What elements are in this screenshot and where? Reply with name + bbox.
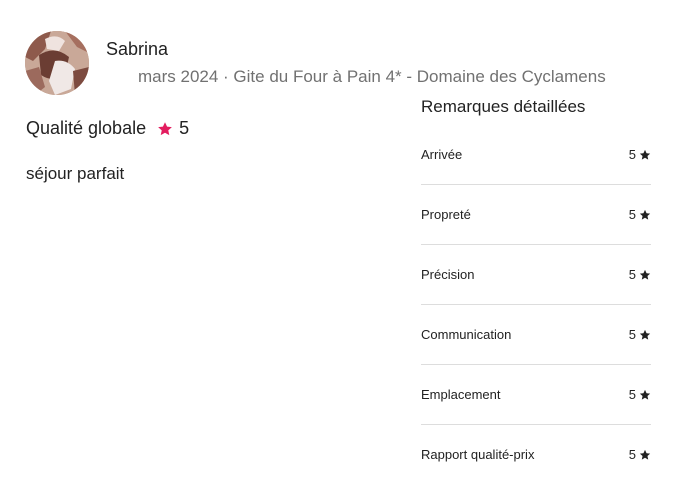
rating-row-value: 5: [628, 387, 636, 402]
rating-row-score: 5: [629, 327, 651, 342]
user-photo-icon: [25, 31, 89, 95]
detailed-ratings-list: Arrivée 5 Propreté 5 Précision 5 Communi…: [421, 125, 651, 484]
rating-row-value: 5: [628, 327, 636, 342]
rating-row-proprete: Propreté 5: [421, 185, 651, 245]
star-icon: [157, 121, 173, 137]
overall-rating: Qualité globale 5: [26, 118, 189, 139]
rating-row-communication: Communication 5: [421, 305, 651, 365]
reviewer-name: Sabrina: [106, 39, 169, 59]
rating-row-score: 5: [629, 267, 651, 282]
star-icon: [639, 329, 651, 340]
overall-rating-label: Qualité globale: [26, 118, 147, 138]
rating-row-rapport-qualite-prix: Rapport qualité-prix 5: [421, 425, 651, 484]
rating-row-emplacement: Emplacement 5: [421, 365, 651, 425]
rating-row-value: 5: [628, 267, 636, 282]
rating-row-label: Rapport qualité-prix: [421, 447, 535, 462]
rating-row-precision: Précision 5: [421, 245, 651, 305]
rating-row-value: 5: [628, 207, 636, 222]
overall-rating-value: 5: [179, 118, 190, 138]
star-icon: [639, 269, 651, 280]
rating-row-label: Propreté: [421, 207, 471, 222]
star-icon: [639, 389, 651, 400]
rating-row-label: Emplacement: [421, 387, 501, 402]
review-text: séjour parfait: [26, 164, 125, 183]
detailed-ratings-heading: Remarques détaillées: [421, 97, 586, 116]
rating-row-score: 5: [629, 447, 651, 462]
rating-row-label: Précision: [421, 267, 475, 282]
rating-row-score: 5: [629, 147, 651, 162]
rating-row-label: Arrivée: [421, 147, 463, 162]
rating-row-value: 5: [628, 147, 636, 162]
rating-row-value: 5: [628, 447, 636, 462]
star-icon: [639, 209, 651, 220]
rating-row-score: 5: [629, 387, 651, 402]
star-icon: [639, 449, 651, 460]
review-card: Sabrina mars 2024 · Gite du Four à Pain …: [0, 0, 700, 500]
rating-row-arrivee: Arrivée 5: [421, 125, 651, 185]
star-icon: [639, 149, 651, 160]
avatar[interactable]: [25, 31, 89, 95]
rating-row-label: Communication: [421, 327, 512, 342]
rating-row-score: 5: [629, 207, 651, 222]
review-date-and-listing: mars 2024 · Gite du Four à Pain 4* - Dom…: [138, 67, 606, 86]
